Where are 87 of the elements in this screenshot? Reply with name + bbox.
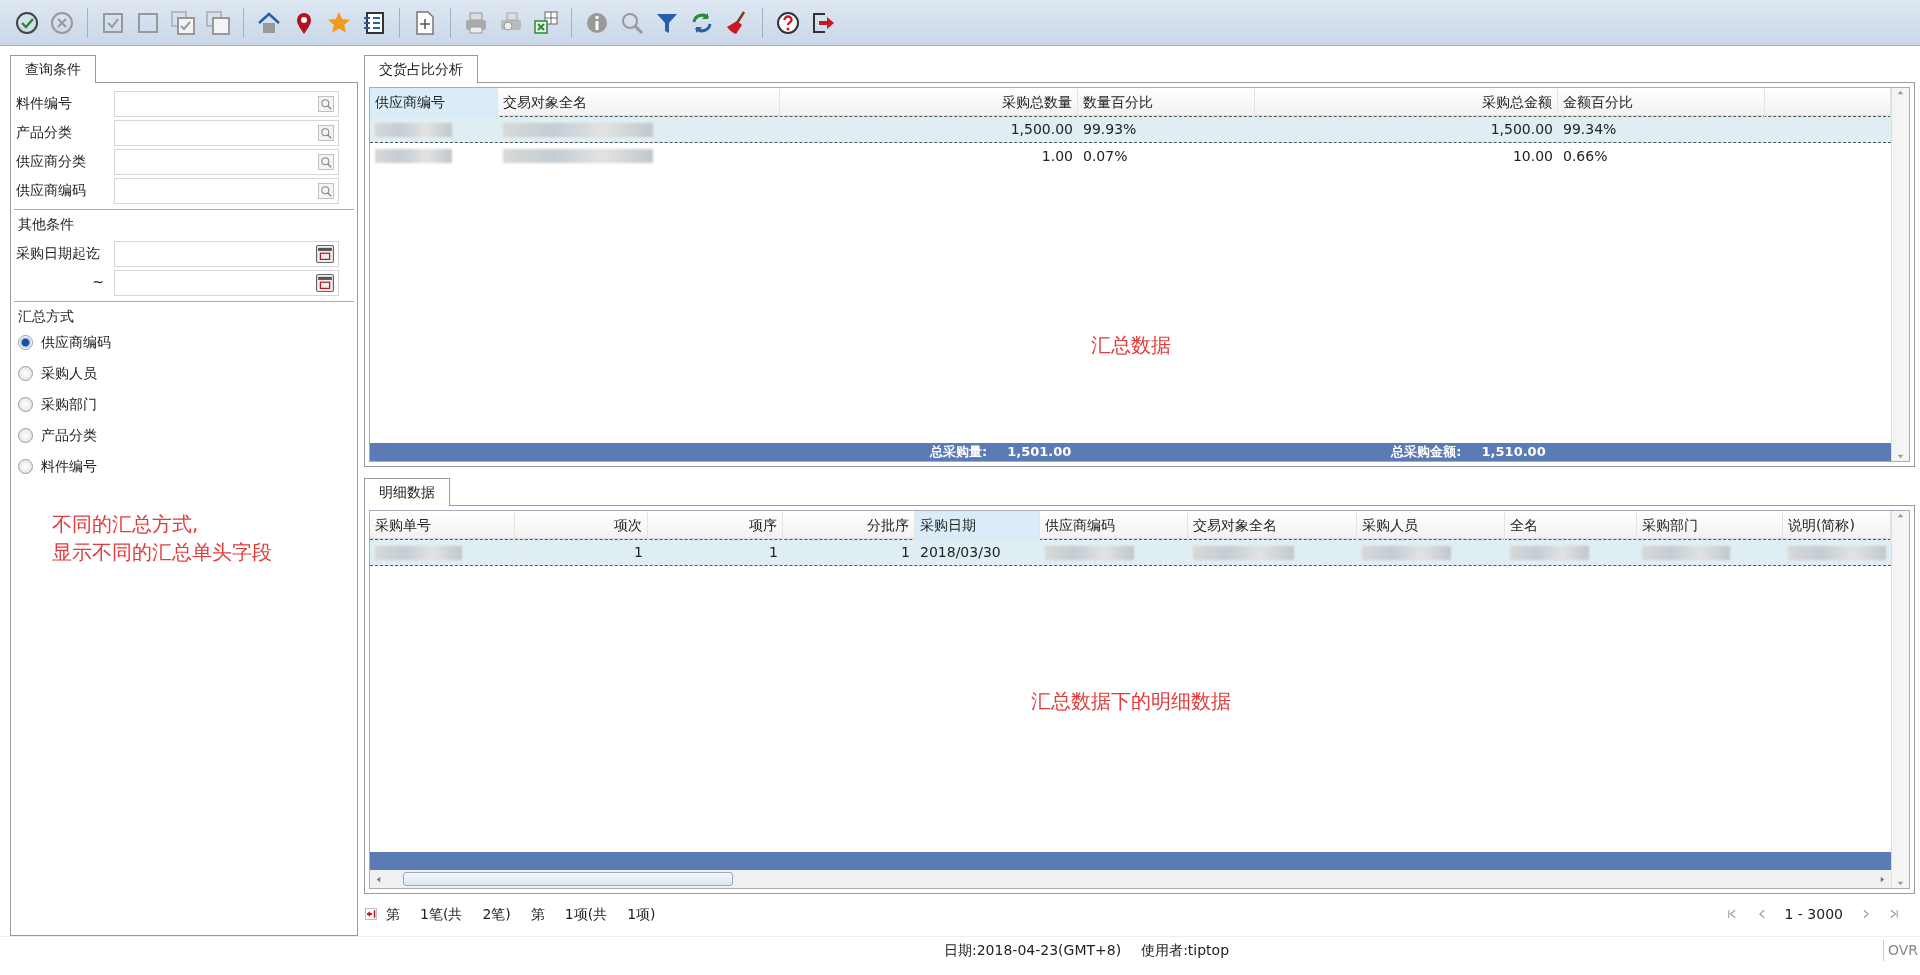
table-cell-text: 1,500.00 xyxy=(1489,120,1554,139)
lookup-icon[interactable] xyxy=(317,94,335,113)
table-cell-text: 1.00 xyxy=(1040,146,1074,166)
pager-text: 第 xyxy=(386,904,400,924)
table-cell-text: 10.00 xyxy=(1511,146,1554,166)
field-label: 供应商分类 xyxy=(15,152,87,171)
table-cell-text: 0.07% xyxy=(1082,146,1129,166)
confirm-icon[interactable] xyxy=(14,9,40,36)
pager-text: 1项) xyxy=(627,904,656,924)
radio-button[interactable] xyxy=(18,428,33,443)
lookup-icon[interactable] xyxy=(317,152,335,171)
total-label: 总采购金额: xyxy=(1391,443,1462,462)
horizontal-scrollbar[interactable] xyxy=(370,870,1891,888)
input-field[interactable] xyxy=(114,269,339,296)
status-user: 使用者:tiptop xyxy=(1141,941,1230,960)
field-label: 供应商编码 xyxy=(15,181,87,200)
list-document-icon[interactable] xyxy=(361,9,387,36)
total-value: 1,501.00 xyxy=(1007,443,1072,462)
table-cell-text: 1 xyxy=(900,543,911,562)
table-cell-text: 2018/03/30 xyxy=(919,543,1002,562)
cancel-icon[interactable] xyxy=(49,9,75,36)
scroll-up-icon[interactable] xyxy=(1896,511,1905,520)
spreadsheet-export-icon[interactable] xyxy=(533,9,559,36)
panel-tab[interactable]: 交货占比分析 xyxy=(364,55,478,83)
printer-icon[interactable] xyxy=(463,9,489,36)
field-label: 料件编号 xyxy=(15,94,73,113)
annotation-text: 汇总数据下的明细数据 xyxy=(1030,688,1231,715)
radio-label[interactable]: 供应商编码 xyxy=(41,332,111,353)
page-range: 1 - 3000 xyxy=(1784,904,1843,924)
scroll-thumb[interactable] xyxy=(403,872,733,886)
record-pointer-icon[interactable] xyxy=(364,907,378,921)
table-row[interactable]: 1.00 0.07% 10.00 0.66% xyxy=(370,143,1891,170)
table-cell-text: 1,500.00 xyxy=(1009,120,1074,139)
table-cell-text: 1 xyxy=(633,543,644,562)
table-cell-text: 0.66% xyxy=(1562,146,1609,166)
field-label: 采购日期起讫 xyxy=(15,244,101,263)
scroll-up-icon[interactable] xyxy=(1896,88,1905,97)
radio-label[interactable]: 采购人员 xyxy=(41,363,97,384)
status-date: 日期:2018-04-23(GMT+8) xyxy=(944,941,1122,960)
input-field[interactable] xyxy=(114,240,339,267)
section-heading: 汇总方式 xyxy=(17,307,75,326)
scroll-left-icon[interactable] xyxy=(374,874,383,884)
panel-tab[interactable]: 查询条件 xyxy=(10,55,96,83)
pager-text: 1项(共 xyxy=(564,904,608,924)
table-cell-text: 99.93% xyxy=(1082,120,1138,139)
pager-text: 2笔) xyxy=(482,904,511,924)
input-field[interactable] xyxy=(114,148,339,175)
input-field[interactable] xyxy=(114,177,339,204)
pager-text: 1笔(共 xyxy=(420,904,463,924)
stacked-checked-boxes-icon[interactable] xyxy=(170,9,196,36)
annotation-text: 显示不同的汇总单头字段 xyxy=(52,539,272,566)
radio-label[interactable]: 采购部门 xyxy=(41,394,97,415)
radio-button[interactable] xyxy=(18,459,33,474)
column-header[interactable]: 采购日期 xyxy=(915,511,1040,540)
lookup-icon[interactable] xyxy=(317,181,335,200)
field-label: 产品分类 xyxy=(15,123,73,142)
help-icon[interactable] xyxy=(775,9,801,36)
input-field[interactable] xyxy=(114,90,339,117)
input-field[interactable] xyxy=(114,119,339,146)
stacked-boxes-icon[interactable] xyxy=(205,9,231,36)
radio-button[interactable] xyxy=(18,366,33,381)
scroll-down-icon[interactable] xyxy=(1896,879,1905,888)
total-label: 总采购量: xyxy=(930,443,988,462)
radio-label[interactable]: 料件编号 xyxy=(41,456,97,477)
panel-tab[interactable]: 明细数据 xyxy=(364,478,450,506)
radio-label[interactable]: 产品分类 xyxy=(41,425,97,446)
radio-button[interactable] xyxy=(18,335,33,350)
vertical-scrollbar[interactable] xyxy=(1891,88,1909,461)
table-row[interactable]: 1 1 1 2018/03/30 xyxy=(370,539,1891,566)
table-cell-text: 99.34% xyxy=(1562,120,1618,139)
annotation-text: 汇总数据 xyxy=(1090,332,1171,359)
radio-button[interactable] xyxy=(18,397,33,412)
section-heading: 其他条件 xyxy=(17,215,75,234)
calendar-icon[interactable] xyxy=(315,272,335,293)
total-value: 1,510.00 xyxy=(1481,443,1546,462)
column-header[interactable]: 供应商编号 xyxy=(370,88,498,117)
field-label: ~ xyxy=(91,273,105,292)
annotation-text: 不同的汇总方式, xyxy=(52,511,199,538)
status-mode: OVR xyxy=(1882,940,1920,961)
table-cell-text: 1 xyxy=(768,543,779,562)
vertical-scrollbar[interactable] xyxy=(1891,511,1909,888)
scroll-right-icon[interactable] xyxy=(1878,874,1887,884)
table-row[interactable]: 1,500.00 99.93% 1,500.00 99.34% xyxy=(370,116,1891,143)
calendar-icon[interactable] xyxy=(315,243,335,264)
scroll-down-icon[interactable] xyxy=(1896,452,1905,461)
lookup-icon[interactable] xyxy=(317,123,335,142)
pager-text: 第 xyxy=(530,904,545,924)
